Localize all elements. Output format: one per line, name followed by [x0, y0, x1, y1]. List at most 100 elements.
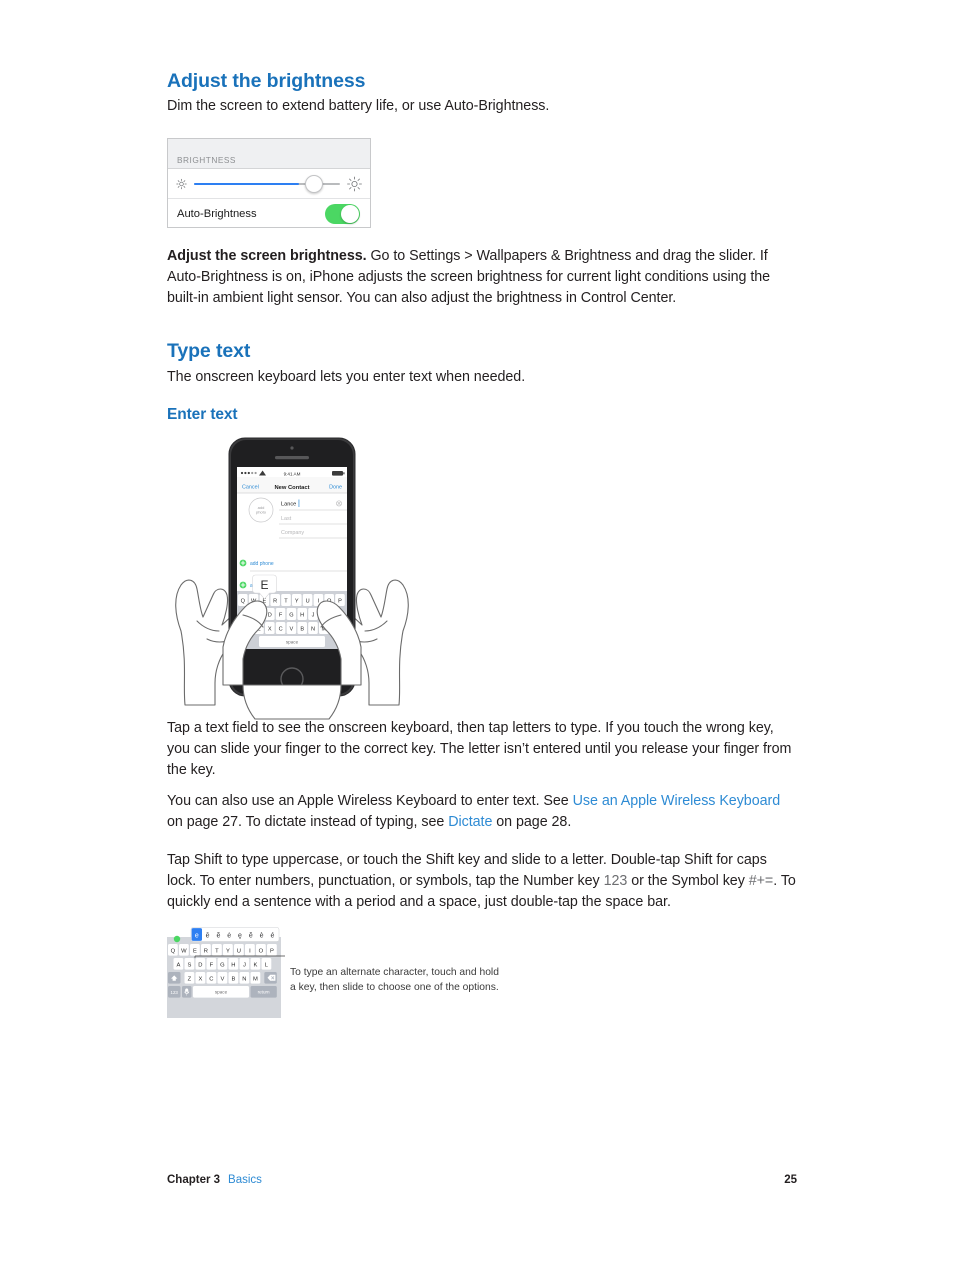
svg-text:O: O: [259, 948, 264, 954]
svg-text:T: T: [215, 948, 219, 954]
svg-text:H: H: [300, 612, 304, 618]
symbol-key-glyph: #+=: [748, 873, 774, 889]
svg-text:K: K: [253, 962, 257, 968]
svg-text:R: R: [273, 598, 277, 604]
svg-text:P: P: [270, 948, 274, 954]
svg-text:E: E: [193, 948, 197, 954]
svg-text:H: H: [231, 962, 235, 968]
svg-text:D: D: [198, 962, 202, 968]
document-page: Adjust the brightness Dim the screen to …: [0, 0, 954, 1265]
phone-space-label: space: [286, 640, 299, 645]
toggle-knob: [341, 204, 359, 223]
tap-text-field-paragraph: Tap a text field to see the onscreen key…: [167, 720, 792, 778]
svg-text:C: C: [279, 626, 283, 632]
svg-text:X: X: [268, 626, 272, 632]
svg-text:G: G: [289, 612, 293, 618]
phone-status-time: 9:41 AM: [284, 471, 301, 476]
svg-text:B: B: [300, 626, 304, 632]
svg-text:N: N: [311, 626, 315, 632]
brightness-settings-panel: BRIGHTNESS Auto-Brightness: [167, 138, 371, 228]
svg-text:return: return: [258, 990, 270, 995]
svg-text:R: R: [204, 948, 208, 954]
sun-large-icon: [347, 176, 362, 191]
phone-nav-title: New Contact: [274, 485, 309, 491]
auto-brightness-row[interactable]: Auto-Brightness: [168, 199, 370, 228]
svg-text:S: S: [187, 962, 191, 968]
brightness-panel-header: BRIGHTNESS: [168, 139, 370, 169]
phone-nav-done[interactable]: Done: [329, 485, 342, 491]
brightness-slider-knob[interactable]: [305, 174, 324, 193]
svg-text:F: F: [279, 612, 283, 618]
figure-keyboard-bottom-row: 123 space return: [168, 986, 277, 998]
svg-text:X: X: [198, 976, 202, 982]
page-footer: Chapter 3 Basics 25: [167, 1174, 797, 1186]
svg-text:123: 123: [171, 990, 179, 995]
alternate-character-keyboard-figure: e ē ĕ ė ę ě è é Q W E R T Y U I O P A S …: [167, 925, 287, 1020]
wireless-middle: on page 27. To dictate instead of typing…: [167, 814, 449, 830]
svg-text:ė: ė: [227, 932, 231, 939]
svg-text:F: F: [210, 962, 214, 968]
auto-brightness-label: Auto-Brightness: [177, 207, 257, 220]
phone-field-first-value[interactable]: Lance: [281, 502, 296, 508]
svg-text:è: è: [260, 932, 264, 939]
wireless-after: on page 28.: [492, 814, 572, 830]
svg-text:U: U: [306, 598, 310, 604]
iphone-typing-illustration: 9:41 AM Cancel New Contact Done add phot…: [167, 435, 417, 720]
svg-text:é: é: [270, 932, 274, 939]
link-use-an-apple-wireless-keyboard[interactable]: Use an Apple Wireless Keyboard: [573, 793, 781, 809]
svg-text:Z: Z: [188, 976, 192, 982]
iphone-illustration-svg: 9:41 AM Cancel New Contact Done add phot…: [175, 437, 409, 720]
svg-text:W: W: [181, 948, 187, 954]
svg-text:C: C: [209, 976, 213, 982]
svg-text:space: space: [215, 990, 228, 995]
brightness-instructions-lead: Adjust the screen brightness.: [167, 248, 367, 264]
svg-text:N: N: [242, 976, 246, 982]
phone-field-company-placeholder[interactable]: Company: [281, 530, 304, 536]
shift-part2: or the Symbol key: [627, 873, 749, 889]
phone-add-phone-label[interactable]: add phone: [250, 561, 274, 567]
phone-field-last-placeholder[interactable]: Last: [281, 516, 292, 522]
footer-section-link[interactable]: Basics: [228, 1174, 262, 1186]
wireless-keyboard-paragraph: You can also use an Apple Wireless Keybo…: [167, 791, 797, 833]
keyboard-figure-svg: e ē ĕ ė ę ě è é Q W E R T Y U I O P A S …: [167, 925, 285, 1018]
brightness-slider-row[interactable]: [168, 169, 370, 199]
phone-nav-cancel[interactable]: Cancel: [242, 485, 259, 491]
phone-keyboard-row3: ZX CV BN M: [254, 622, 329, 634]
svg-text:M: M: [253, 976, 258, 982]
svg-text:V: V: [290, 626, 294, 632]
accent-options-popup: e ē ĕ ė ę ě è é: [190, 927, 280, 942]
svg-text:ę: ę: [238, 932, 242, 939]
svg-text:ĕ: ĕ: [216, 932, 220, 939]
svg-text:J: J: [243, 962, 246, 968]
svg-text:ē: ē: [206, 932, 210, 939]
heading-adjust-the-brightness: Adjust the brightness: [167, 70, 366, 92]
page-content: Adjust the brightness Dim the screen to …: [167, 70, 797, 1018]
svg-text:Q: Q: [171, 948, 176, 954]
svg-text:ě: ě: [249, 932, 253, 939]
shift-key-paragraph: Tap Shift to type uppercase, or touch th…: [167, 850, 797, 913]
brightness-instructions-paragraph: Adjust the screen brightness. Go to Sett…: [167, 246, 797, 309]
brightness-intro-text: Dim the screen to extend battery life, o…: [167, 98, 550, 114]
wireless-before: You can also use an Apple Wireless Keybo…: [167, 793, 573, 809]
footer-left-group: Chapter 3 Basics: [167, 1174, 262, 1186]
auto-brightness-toggle[interactable]: [325, 203, 360, 224]
heading-type-text: Type text: [167, 340, 251, 362]
svg-text:Y: Y: [226, 948, 230, 954]
svg-text:A: A: [176, 962, 180, 968]
svg-text:B: B: [231, 976, 235, 982]
svg-text:V: V: [220, 976, 224, 982]
svg-text:e: e: [195, 932, 199, 939]
type-text-intro: The onscreen keyboard lets you enter tex…: [167, 369, 526, 385]
svg-text:U: U: [237, 948, 241, 954]
svg-text:G: G: [220, 962, 225, 968]
sun-small-icon: [176, 178, 187, 189]
heading-enter-text: Enter text: [167, 406, 238, 423]
figure-keyboard-row2: AS DF GH JK L: [173, 958, 272, 970]
link-dictate[interactable]: Dictate: [448, 814, 492, 830]
svg-text:E: E: [260, 578, 268, 592]
alternate-character-caption: To type an alternate character, touch an…: [290, 967, 499, 994]
phone-add-photo-label2[interactable]: photo: [256, 510, 267, 515]
svg-text:Q: Q: [241, 598, 246, 604]
number-key-glyph: 123: [603, 873, 628, 889]
svg-text:J: J: [312, 612, 315, 618]
